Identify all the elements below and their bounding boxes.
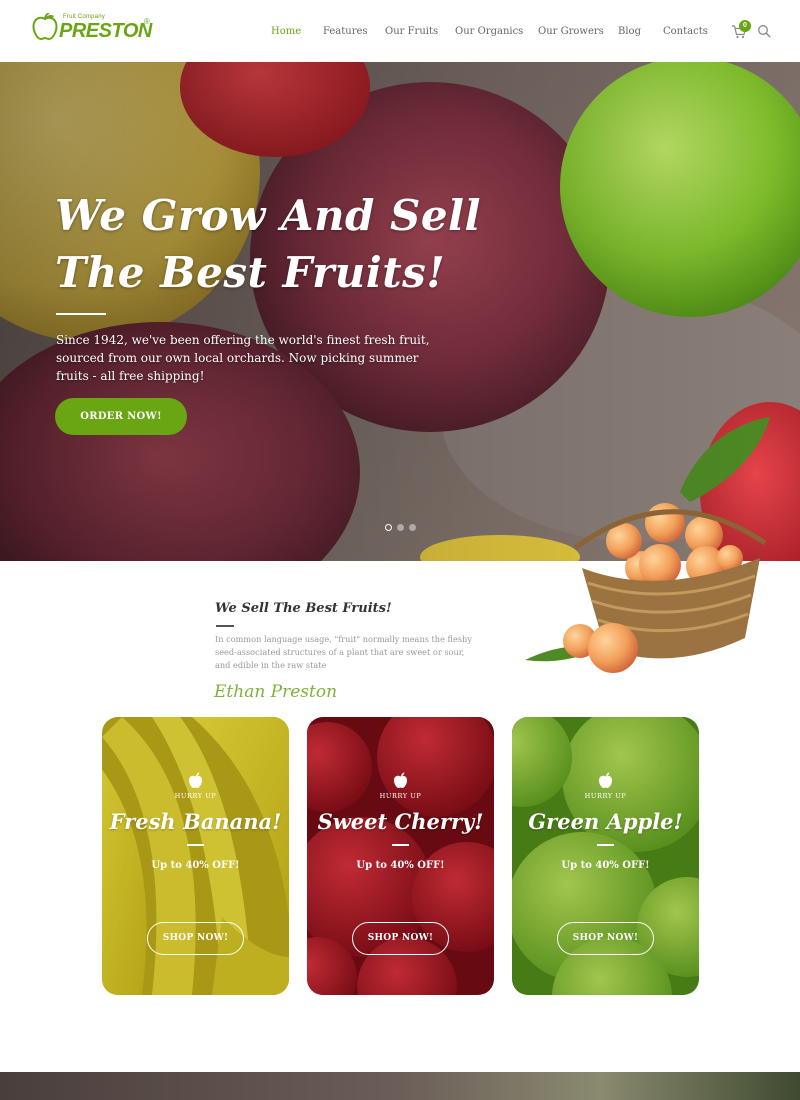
hero-description: Since 1942, we've been offering the worl…	[56, 333, 430, 383]
slider-dot-1[interactable]	[385, 524, 392, 531]
shop-now-button[interactable]: SHOP NOW!	[352, 922, 449, 955]
apple-icon	[599, 772, 612, 788]
promo-title: Sweet Cherry!	[317, 809, 484, 834]
slider-dot-3[interactable]	[409, 524, 416, 531]
cart-count-badge: 0	[739, 20, 751, 32]
promo-card-cherry: HURRY UP Sweet Cherry! Up to 40% OFF! SH…	[307, 717, 494, 995]
search-icon[interactable]	[757, 24, 771, 38]
intro-divider	[216, 625, 234, 627]
nav-item-home[interactable]: Home	[271, 26, 301, 37]
shop-now-button[interactable]: SHOP NOW!	[147, 922, 244, 955]
signature: Ethan Preston	[214, 682, 338, 702]
site-header: Fruit Company PRESTON ® Home Features Ou…	[0, 0, 800, 62]
apple-icon	[189, 772, 202, 788]
nav-item-contacts[interactable]: Contacts	[663, 26, 708, 37]
hero-fruit-background	[0, 62, 800, 561]
hero-divider	[56, 313, 106, 315]
promo-kicker: HURRY UP	[174, 792, 217, 800]
hero-slider: We Grow And Sell The Best Fruits! Since …	[0, 62, 800, 561]
intro-title: We Sell The Best Fruits!	[215, 601, 392, 616]
nav-item-our-organics[interactable]: Our Organics	[455, 26, 523, 37]
order-now-button[interactable]: ORDER NOW!	[55, 398, 187, 435]
nav-item-our-fruits[interactable]: Our Fruits	[385, 26, 438, 37]
promo-kicker: HURRY UP	[584, 792, 627, 800]
nav-item-features[interactable]: Features	[323, 26, 368, 37]
slider-dot-2[interactable]	[397, 524, 404, 531]
hero-title-line-2: The Best Fruits!	[55, 248, 446, 297]
apple-icon	[394, 772, 407, 788]
nav-item-our-growers[interactable]: Our Growers	[538, 26, 604, 37]
promo-card-banana: HURRY UP Fresh Banana! Up to 40% OFF! SH…	[102, 717, 289, 995]
hero-title-line-1: We Grow And Sell	[55, 191, 481, 240]
hero-title: We Grow And Sell The Best Fruits!	[55, 187, 595, 301]
promo-offer: Up to 40% OFF!	[561, 860, 650, 871]
nav-item-blog[interactable]: Blog	[618, 26, 641, 37]
promo-offer: Up to 40% OFF!	[356, 860, 445, 871]
intro-text: In common language usage, "fruit" normal…	[215, 634, 472, 670]
promo-divider	[597, 844, 614, 846]
promo-title: Green Apple!	[528, 809, 683, 834]
promo-divider	[187, 844, 204, 846]
promo-offer: Up to 40% OFF!	[151, 860, 240, 871]
main-nav: Home Features Our Fruits Our Organics Ou…	[0, 26, 800, 40]
bottom-section-image	[0, 1072, 800, 1100]
shop-now-button[interactable]: SHOP NOW!	[557, 922, 654, 955]
promo-title: Fresh Banana!	[109, 809, 282, 834]
promo-kicker: HURRY UP	[379, 792, 422, 800]
brand-registered-mark: ®	[144, 17, 150, 26]
promo-divider	[392, 844, 409, 846]
promo-card-apple: HURRY UP Green Apple! Up to 40% OFF! SHO…	[512, 717, 699, 995]
peach-basket-image	[525, 503, 767, 673]
